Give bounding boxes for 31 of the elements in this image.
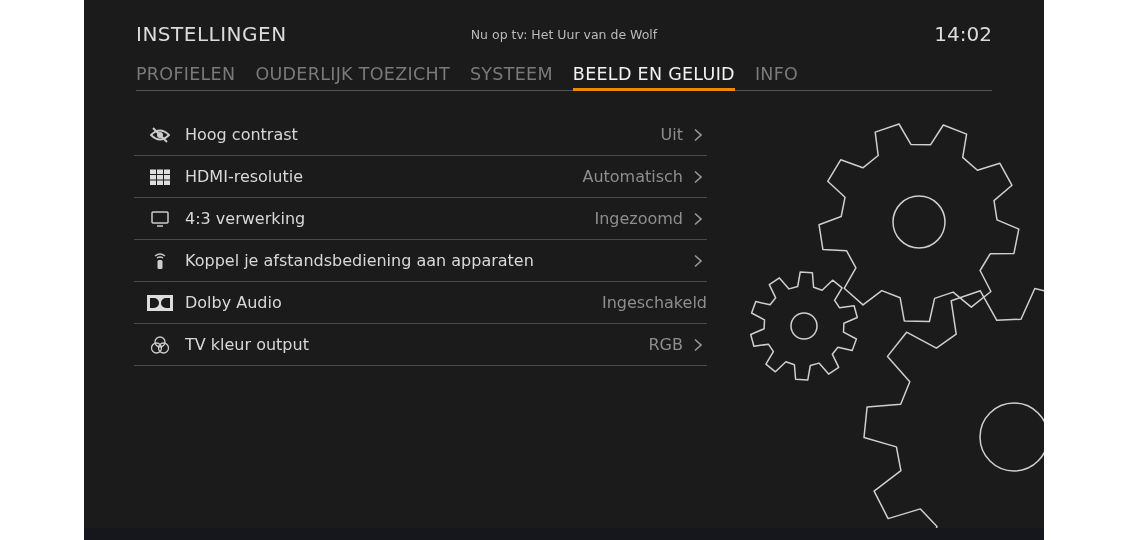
tab[interactable]: PROFIELEN (136, 64, 236, 91)
setting-row[interactable]: HDMI-resolutie Automatisch (134, 156, 707, 198)
setting-row[interactable]: TV kleur output RGB (134, 324, 707, 366)
tab[interactable]: BEELD EN GELUID (572, 64, 735, 91)
remote-icon (152, 251, 167, 270)
setting-label: Dolby Audio (185, 293, 283, 312)
setting-row[interactable]: Koppel je afstandsbediening aan apparaten (134, 240, 707, 282)
setting-row[interactable]: Hoog contrast Uit (134, 114, 707, 156)
setting-value: RGB (648, 335, 683, 354)
setting-value: Ingeschakeld (601, 293, 707, 312)
clock-text: 14:02 (934, 22, 992, 46)
setting-value: Automatisch (582, 167, 683, 186)
now-playing-text: Nu op tv: Het Uur van de Wolf (470, 26, 658, 42)
dolby-icon (146, 294, 173, 311)
setting-label: 4:3 verwerking (185, 209, 307, 228)
color-circles-icon (149, 335, 170, 354)
setting-label: HDMI-resolutie (185, 167, 304, 186)
eye-off-icon (148, 126, 171, 143)
setting-value: Uit (660, 125, 683, 144)
monitor-icon (150, 210, 169, 227)
page-title: INSTELLINGEN (136, 22, 288, 46)
tab[interactable]: INFO (754, 64, 799, 91)
setting-row[interactable]: 4:3 verwerking Ingezoomd (134, 198, 707, 240)
setting-label: TV kleur output (185, 335, 310, 354)
setting-label: Koppel je afstandsbediening aan apparaten (185, 251, 535, 270)
grid-icon (148, 168, 171, 185)
setting-value: Ingezoomd (594, 209, 683, 228)
setting-label: Hoog contrast (185, 125, 299, 144)
tab[interactable]: SYSTEEM (469, 64, 553, 91)
tab[interactable]: OUDERLIJK TOEZICHT (255, 64, 450, 91)
setting-row[interactable]: Dolby Audio Ingeschakeld (134, 282, 707, 324)
